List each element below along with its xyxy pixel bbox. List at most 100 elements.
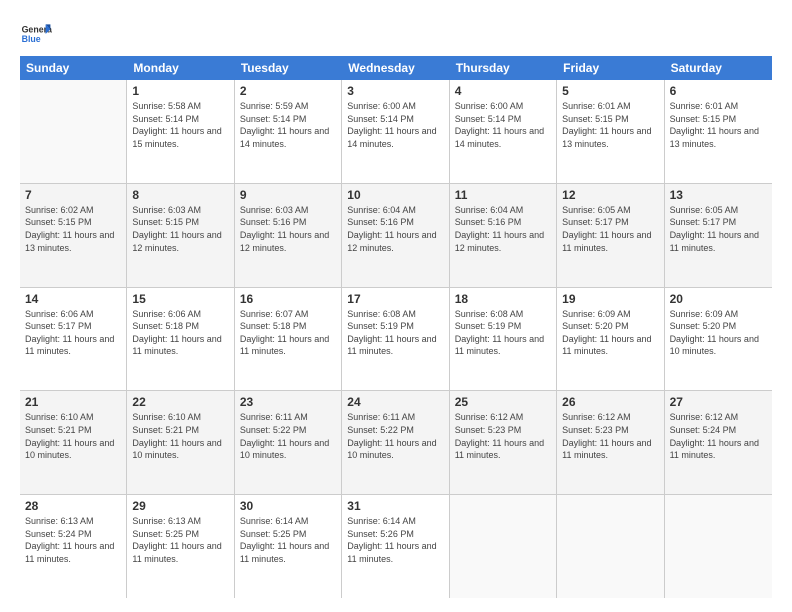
cell-info: Sunrise: 6:00 AMSunset: 5:14 PMDaylight:… [455, 100, 551, 150]
day-number: 21 [25, 395, 121, 409]
calendar-cell: 16Sunrise: 6:07 AMSunset: 5:18 PMDayligh… [235, 288, 342, 391]
day-number: 10 [347, 188, 443, 202]
day-number: 19 [562, 292, 658, 306]
calendar-page: General Blue SundayMondayTuesdayWednesda… [0, 0, 792, 612]
cell-info: Sunrise: 5:59 AMSunset: 5:14 PMDaylight:… [240, 100, 336, 150]
calendar-header: SundayMondayTuesdayWednesdayThursdayFrid… [20, 56, 772, 80]
cell-info: Sunrise: 6:08 AMSunset: 5:19 PMDaylight:… [347, 308, 443, 358]
cell-info: Sunrise: 6:14 AMSunset: 5:26 PMDaylight:… [347, 515, 443, 565]
calendar-cell: 25Sunrise: 6:12 AMSunset: 5:23 PMDayligh… [450, 391, 557, 494]
cell-info: Sunrise: 6:12 AMSunset: 5:24 PMDaylight:… [670, 411, 767, 461]
calendar-cell: 18 Sunrise: 6:08 AMSunset: 5:19 PMDayligh… [450, 288, 557, 391]
cell-info: Sunrise: 6:12 AMSunset: 5:23 PMDaylight:… [455, 411, 551, 461]
day-number: 20 [670, 292, 767, 306]
day-number: 13 [670, 188, 767, 202]
day-number: 3 [347, 84, 443, 98]
cell-info: Sunrise: 6:10 AMSunset: 5:21 PMDaylight:… [132, 411, 228, 461]
calendar-cell: 21 Sunrise: 6:10 AMSunset: 5:21 PMDayligh… [20, 391, 127, 494]
day-number: 27 [670, 395, 767, 409]
cell-info: Sunrise: 6:13 AMSunset: 5:24 PMDaylight:… [25, 515, 121, 565]
calendar-cell [557, 495, 664, 598]
day-number: 29 [132, 499, 228, 513]
day-number: 5 [562, 84, 658, 98]
calendar-cell: 14 Sunrise: 6:06 AMSunset: 5:17 PMDayligh… [20, 288, 127, 391]
svg-text:Blue: Blue [22, 34, 41, 44]
calendar-cell: 1Sunrise: 5:58 AMSunset: 5:14 PMDaylight… [127, 80, 234, 183]
calendar-cell: 12Sunrise: 6:05 AMSunset: 5:17 PMDayligh… [557, 184, 664, 287]
cell-info: Sunrise: 6:05 AMSunset: 5:17 PMDaylight:… [670, 204, 767, 254]
cell-info: Sunrise: 6:04 AMSunset: 5:16 PMDaylight:… [455, 204, 551, 254]
logo: General Blue [20, 18, 52, 50]
calendar-cell: 6 Sunrise: 6:01 AMSunset: 5:15 PMDaylight… [665, 80, 772, 183]
calendar-cell: 15 Sunrise: 6:06 AMSunset: 5:18 PMDayligh… [127, 288, 234, 391]
cell-info: Sunrise: 6:09 AMSunset: 5:20 PMDaylight:… [562, 308, 658, 358]
calendar: SundayMondayTuesdayWednesdayThursdayFrid… [20, 56, 772, 598]
calendar-cell [20, 80, 127, 183]
calendar-cell: 28Sunrise: 6:13 AMSunset: 5:24 PMDayligh… [20, 495, 127, 598]
calendar-cell: 7Sunrise: 6:02 AMSunset: 5:15 PMDaylight… [20, 184, 127, 287]
calendar-cell: 22 Sunrise: 6:10 AMSunset: 5:21 PMDayligh… [127, 391, 234, 494]
day-number: 17 [347, 292, 443, 306]
calendar-cell: 29 Sunrise: 6:13 AMSunset: 5:25 PMDayligh… [127, 495, 234, 598]
day-number: 8 [132, 188, 228, 202]
logo-icon: General Blue [20, 18, 52, 50]
day-number: 6 [670, 84, 767, 98]
day-number: 24 [347, 395, 443, 409]
day-number: 12 [562, 188, 658, 202]
cell-info: Sunrise: 6:08 AMSunset: 5:19 PMDaylight:… [455, 308, 551, 358]
cell-info: Sunrise: 6:06 AMSunset: 5:18 PMDaylight:… [132, 308, 228, 358]
calendar-cell: 3 Sunrise: 6:00 AMSunset: 5:14 PMDaylight… [342, 80, 449, 183]
calendar-row: 14 Sunrise: 6:06 AMSunset: 5:17 PMDayligh… [20, 288, 772, 392]
calendar-cell: 31 Sunrise: 6:14 AMSunset: 5:26 PMDayligh… [342, 495, 449, 598]
cell-info: Sunrise: 6:12 AMSunset: 5:23 PMDaylight:… [562, 411, 658, 461]
cell-info: Sunrise: 6:11 AMSunset: 5:22 PMDaylight:… [347, 411, 443, 461]
day-number: 31 [347, 499, 443, 513]
header-day: Friday [557, 56, 664, 80]
day-number: 1 [132, 84, 228, 98]
cell-info: Sunrise: 6:13 AMSunset: 5:25 PMDaylight:… [132, 515, 228, 565]
cell-info: Sunrise: 6:01 AMSunset: 5:15 PMDaylight:… [562, 100, 658, 150]
calendar-row: 1Sunrise: 5:58 AMSunset: 5:14 PMDaylight… [20, 80, 772, 184]
calendar-cell: 11 Sunrise: 6:04 AMSunset: 5:16 PMDayligh… [450, 184, 557, 287]
calendar-row: 28Sunrise: 6:13 AMSunset: 5:24 PMDayligh… [20, 495, 772, 598]
cell-info: Sunrise: 6:00 AMSunset: 5:14 PMDaylight:… [347, 100, 443, 150]
cell-info: Sunrise: 6:09 AMSunset: 5:20 PMDaylight:… [670, 308, 767, 358]
day-number: 2 [240, 84, 336, 98]
calendar-cell: 26Sunrise: 6:12 AMSunset: 5:23 PMDayligh… [557, 391, 664, 494]
cell-info: Sunrise: 6:06 AMSunset: 5:17 PMDaylight:… [25, 308, 121, 358]
calendar-cell: 5 Sunrise: 6:01 AMSunset: 5:15 PMDaylight… [557, 80, 664, 183]
header-day: Sunday [20, 56, 127, 80]
header-day: Thursday [450, 56, 557, 80]
day-number: 14 [25, 292, 121, 306]
calendar-body: 1Sunrise: 5:58 AMSunset: 5:14 PMDaylight… [20, 80, 772, 598]
day-number: 18 [455, 292, 551, 306]
calendar-row: 21 Sunrise: 6:10 AMSunset: 5:21 PMDayligh… [20, 391, 772, 495]
day-number: 15 [132, 292, 228, 306]
header-day: Wednesday [342, 56, 449, 80]
cell-info: Sunrise: 6:02 AMSunset: 5:15 PMDaylight:… [25, 204, 121, 254]
cell-info: Sunrise: 6:11 AMSunset: 5:22 PMDaylight:… [240, 411, 336, 461]
cell-info: Sunrise: 6:04 AMSunset: 5:16 PMDaylight:… [347, 204, 443, 254]
calendar-cell: 9 Sunrise: 6:03 AMSunset: 5:16 PMDaylight… [235, 184, 342, 287]
cell-info: Sunrise: 6:14 AMSunset: 5:25 PMDaylight:… [240, 515, 336, 565]
day-number: 9 [240, 188, 336, 202]
calendar-cell: 2 Sunrise: 5:59 AMSunset: 5:14 PMDaylight… [235, 80, 342, 183]
header-day: Tuesday [235, 56, 342, 80]
cell-info: Sunrise: 6:07 AMSunset: 5:18 PMDaylight:… [240, 308, 336, 358]
calendar-cell: 27 Sunrise: 6:12 AMSunset: 5:24 PMDayligh… [665, 391, 772, 494]
calendar-cell: 30 Sunrise: 6:14 AMSunset: 5:25 PMDayligh… [235, 495, 342, 598]
day-number: 30 [240, 499, 336, 513]
calendar-cell: 8Sunrise: 6:03 AMSunset: 5:15 PMDaylight… [127, 184, 234, 287]
cell-info: Sunrise: 6:03 AMSunset: 5:16 PMDaylight:… [240, 204, 336, 254]
cell-info: Sunrise: 6:01 AMSunset: 5:15 PMDaylight:… [670, 100, 767, 150]
calendar-cell [665, 495, 772, 598]
calendar-cell: 10 Sunrise: 6:04 AMSunset: 5:16 PMDayligh… [342, 184, 449, 287]
header: General Blue [20, 18, 772, 50]
day-number: 22 [132, 395, 228, 409]
day-number: 23 [240, 395, 336, 409]
calendar-cell: 13 Sunrise: 6:05 AMSunset: 5:17 PMDayligh… [665, 184, 772, 287]
cell-info: Sunrise: 6:10 AMSunset: 5:21 PMDaylight:… [25, 411, 121, 461]
header-day: Saturday [665, 56, 772, 80]
day-number: 11 [455, 188, 551, 202]
calendar-cell: 20 Sunrise: 6:09 AMSunset: 5:20 PMDayligh… [665, 288, 772, 391]
